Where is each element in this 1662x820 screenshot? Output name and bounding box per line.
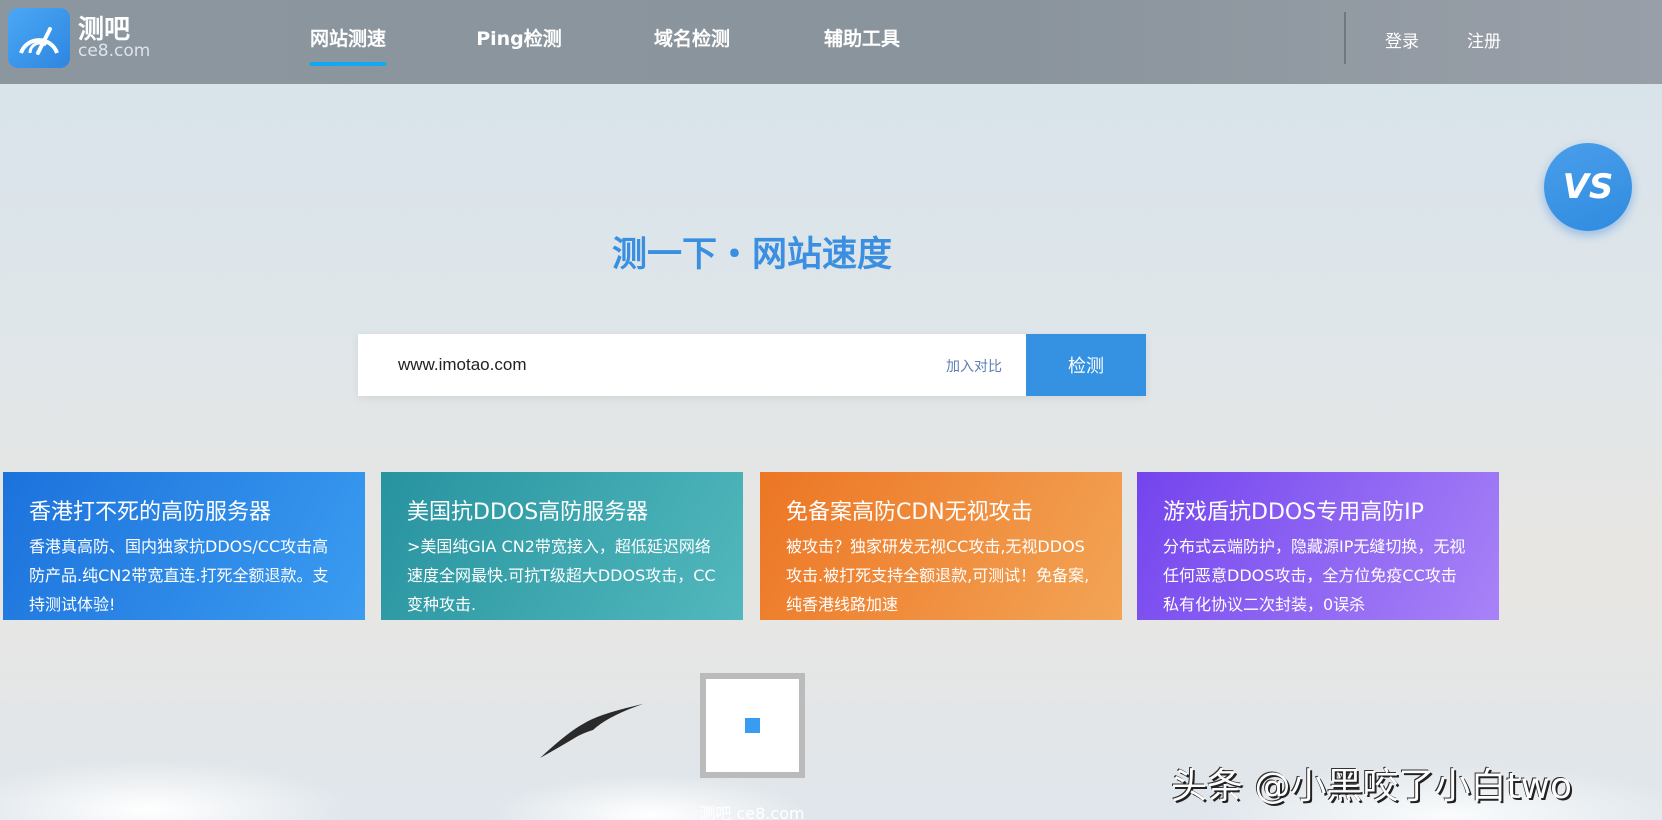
bird-image	[540, 704, 643, 758]
ad-card-cdn[interactable]: 免备案高防CDN无视攻击 被攻击？独家研发无视CC攻击,无视DDOS攻击.被打死…	[760, 472, 1122, 620]
watermark: 头条 @小黑咬了小白two	[1171, 766, 1573, 807]
logo-name: 测吧	[78, 14, 131, 45]
card-title: 美国抗DDOS高防服务器	[407, 500, 649, 525]
check-button[interactable]: 检测	[1026, 334, 1146, 396]
card-title: 游戏盾抗DDOS专用高防IP	[1163, 500, 1424, 525]
nav-tools[interactable]: 辅助工具	[824, 24, 900, 51]
card-title: 免备案高防CDN无视攻击	[786, 500, 1033, 525]
search-bar: 加入对比 检测	[358, 334, 1146, 396]
vs-compare-button[interactable]: VS	[1544, 143, 1632, 231]
qr-logo-icon	[743, 716, 762, 735]
register-link[interactable]: 注册	[1467, 27, 1501, 52]
card-desc: >美国纯GIA CN2带宽接入，超低延迟网络速度全网最快.可抗T级超大DDOS攻…	[407, 537, 716, 614]
ad-card-hk-server[interactable]: 香港打不死的高防服务器 香港真高防、国内独家抗DDOS/CC攻击高防产品.纯CN…	[3, 472, 365, 620]
header-divider	[1344, 12, 1346, 64]
logo-domain: ce8.com	[78, 40, 151, 61]
card-desc: 香港真高防、国内独家抗DDOS/CC攻击高防产品.纯CN2带宽直连.打死全额退款…	[29, 537, 329, 614]
nav-website-speed[interactable]: 网站测速	[309, 24, 387, 66]
card-title: 香港打不死的高防服务器	[29, 500, 272, 525]
nav-domain-check[interactable]: 域名检测	[654, 24, 730, 51]
speedometer-icon	[8, 8, 70, 68]
add-compare-link[interactable]: 加入对比	[946, 356, 1002, 376]
qr-code	[700, 673, 805, 778]
ad-card-us-server[interactable]: 美国抗DDOS高防服务器 >美国纯GIA CN2带宽接入，超低延迟网络速度全网最…	[381, 472, 743, 620]
login-link[interactable]: 登录	[1385, 27, 1419, 52]
nav-ping[interactable]: Ping检测	[476, 24, 562, 51]
qr-caption: 测吧 ce8.com	[699, 804, 805, 820]
url-input[interactable]	[398, 334, 898, 396]
logo[interactable]: 测吧 ce8.com	[8, 8, 150, 68]
header: 测吧 ce8.com 网站测速 Ping检测 域名检测 辅助工具 登录 注册	[0, 0, 1662, 84]
card-desc: 被攻击？独家研发无视CC攻击,无视DDOS攻击.被打死支持全额退款,可测试！免备…	[786, 537, 1090, 614]
page-title: 测一下・网站速度	[611, 235, 893, 275]
card-desc: 分布式云端防护，隐藏源IP无缝切换，无视任何恶意DDOS攻击，全方位免疫CC攻击…	[1163, 537, 1466, 614]
ad-card-game-shield[interactable]: 游戏盾抗DDOS专用高防IP 分布式云端防护，隐藏源IP无缝切换，无视任何恶意D…	[1137, 472, 1499, 620]
